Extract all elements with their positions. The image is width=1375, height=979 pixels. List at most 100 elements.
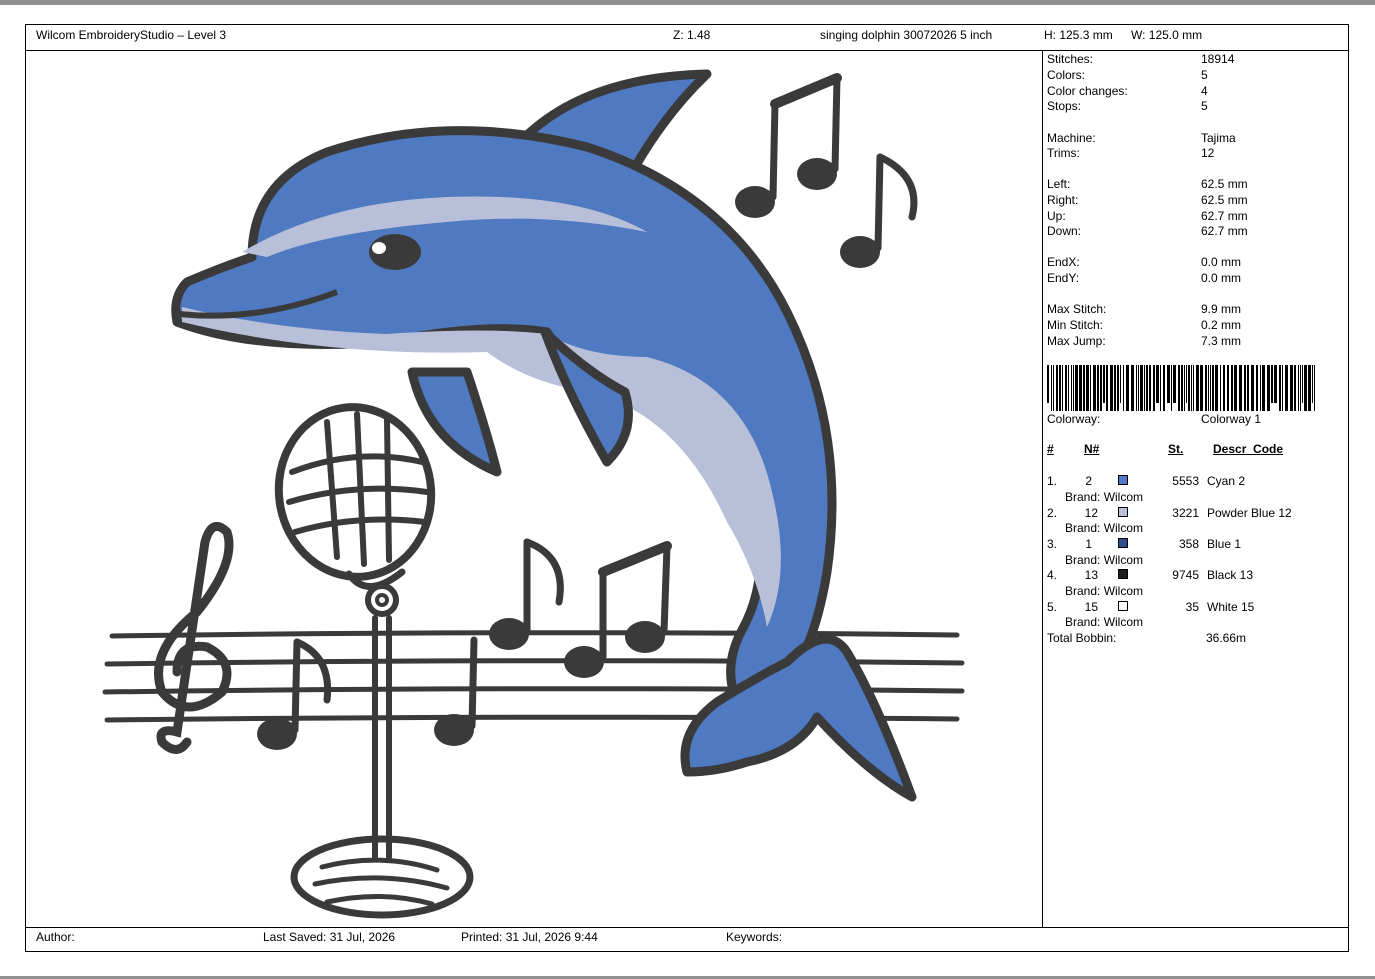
stat-value: 18914 bbox=[1201, 52, 1235, 66]
barcode-bar bbox=[1210, 365, 1211, 411]
barcode-bar bbox=[1140, 365, 1143, 411]
barcode-bar bbox=[1056, 365, 1058, 411]
barcode-bar bbox=[1075, 365, 1078, 411]
barcode-bar bbox=[1186, 365, 1187, 403]
barcode-bar bbox=[1093, 365, 1096, 411]
barcode-bar bbox=[1274, 365, 1277, 403]
stat-value: 4 bbox=[1201, 84, 1208, 98]
design-height: H: 125.3 mm bbox=[1044, 28, 1113, 42]
barcode-bar bbox=[1191, 365, 1192, 411]
barcode-bar bbox=[1110, 365, 1113, 411]
footer-author: Author: bbox=[36, 930, 75, 944]
color-swatch bbox=[1118, 475, 1128, 485]
row-descr: Blue 1 bbox=[1207, 537, 1242, 551]
design-width: W: 125.0 mm bbox=[1131, 28, 1203, 42]
barcode-bar bbox=[1097, 365, 1099, 411]
stat-value: 62.5 mm bbox=[1201, 177, 1248, 191]
barcode-bar bbox=[1188, 365, 1190, 411]
treble-clef-icon bbox=[154, 521, 234, 754]
barcode-bar bbox=[1062, 365, 1063, 411]
barcode-bar bbox=[1304, 365, 1307, 411]
stat-label: Up: bbox=[1047, 209, 1066, 223]
row-descr: Black 13 bbox=[1207, 568, 1254, 582]
table-header-needle: N# bbox=[1084, 442, 1100, 456]
barcode-bar bbox=[1200, 365, 1203, 411]
stat-value: 62.5 mm bbox=[1201, 193, 1248, 207]
barcode-bar bbox=[1068, 365, 1069, 411]
stat-value: 0.2 mm bbox=[1201, 318, 1242, 332]
barcode-bar bbox=[1117, 365, 1119, 411]
row-brand: Brand: Wilcom bbox=[1065, 584, 1144, 598]
stat-label: Machine: bbox=[1047, 131, 1096, 145]
barcode-bar bbox=[1239, 365, 1242, 411]
total-bobbin-label: Total Bobbin: bbox=[1047, 631, 1117, 645]
barcode-bar bbox=[1173, 365, 1176, 403]
row-stitches: 9745 bbox=[1172, 568, 1199, 582]
design-preview[interactable] bbox=[27, 52, 1041, 926]
barcode-bar bbox=[1308, 365, 1311, 411]
stat-label: Trims: bbox=[1047, 146, 1080, 160]
barcode-bar bbox=[1160, 365, 1161, 411]
barcode-bar bbox=[1256, 365, 1258, 411]
stat-label: Min Stitch: bbox=[1047, 318, 1104, 332]
barcode-bar bbox=[1285, 365, 1288, 411]
barcode-bar bbox=[1314, 365, 1315, 411]
barcode-bar bbox=[1138, 365, 1139, 411]
barcode-bar bbox=[1083, 365, 1085, 411]
barcode-bar bbox=[1262, 365, 1265, 411]
stat-value: 0.0 mm bbox=[1201, 255, 1242, 269]
total-bobbin-value: 36.66m bbox=[1206, 631, 1247, 645]
footer-keywords: Keywords: bbox=[726, 930, 783, 944]
colorway-value: Colorway 1 bbox=[1201, 412, 1262, 426]
row-needle: 12 bbox=[1084, 506, 1098, 520]
barcode-bar bbox=[1051, 365, 1052, 411]
stat-value: 12 bbox=[1201, 146, 1215, 160]
barcode-bar bbox=[1193, 365, 1194, 411]
barcode-bar bbox=[1156, 365, 1159, 403]
barcode-bar bbox=[1196, 365, 1199, 411]
barcode-bar bbox=[1149, 365, 1151, 411]
barcode-bar bbox=[1220, 365, 1221, 411]
stat-value: 0.0 mm bbox=[1201, 271, 1242, 285]
stat-label: Down: bbox=[1047, 224, 1082, 238]
barcode-bar bbox=[1123, 365, 1124, 411]
table-header-descr: Descr_Code bbox=[1213, 442, 1284, 456]
barcode-bar bbox=[1223, 365, 1225, 411]
barcode-bar bbox=[1231, 365, 1233, 411]
stat-value: 9.9 mm bbox=[1201, 302, 1242, 316]
table-header-index: # bbox=[1047, 442, 1054, 456]
barcode-bar bbox=[1282, 365, 1283, 411]
stat-value: 62.7 mm bbox=[1201, 224, 1248, 238]
barcode-bar bbox=[1171, 365, 1172, 411]
barcode-bar bbox=[1090, 365, 1091, 411]
barcode-bar bbox=[1120, 365, 1121, 403]
design-name: singing dolphin 30072026 5 inch bbox=[820, 28, 993, 42]
barcode-bar bbox=[1144, 365, 1145, 411]
barcode-image bbox=[1047, 365, 1319, 411]
stat-value: 5 bbox=[1201, 68, 1208, 82]
row-stitches: 5553 bbox=[1172, 474, 1199, 488]
barcode-bar bbox=[1205, 365, 1207, 411]
stat-label: EndX: bbox=[1047, 255, 1080, 269]
color-swatch bbox=[1118, 538, 1128, 548]
row-index: 1. bbox=[1047, 474, 1058, 488]
row-brand: Brand: Wilcom bbox=[1065, 553, 1144, 567]
barcode-bar bbox=[1163, 365, 1165, 411]
barcode-bar bbox=[1271, 365, 1273, 403]
embroidery-design-image bbox=[102, 69, 965, 919]
stat-label: Left: bbox=[1047, 177, 1071, 191]
row-index: 3. bbox=[1047, 537, 1058, 551]
barcode-bar bbox=[1114, 365, 1116, 411]
row-descr: White 15 bbox=[1207, 600, 1255, 614]
barcode-bar bbox=[1106, 365, 1108, 411]
row-stitches: 3221 bbox=[1172, 506, 1199, 520]
row-needle: 13 bbox=[1084, 568, 1098, 582]
footer-last-saved: Last Saved: 31 Jul, 2026 bbox=[263, 930, 396, 944]
stat-label: Stops: bbox=[1047, 99, 1082, 113]
stat-value: Tajima bbox=[1201, 131, 1236, 145]
barcode-bar bbox=[1100, 365, 1102, 411]
barcode-bar bbox=[1079, 365, 1082, 411]
row-index: 5. bbox=[1047, 600, 1058, 614]
header-divider bbox=[25, 50, 1349, 51]
stat-value: 62.7 mm bbox=[1201, 209, 1248, 223]
